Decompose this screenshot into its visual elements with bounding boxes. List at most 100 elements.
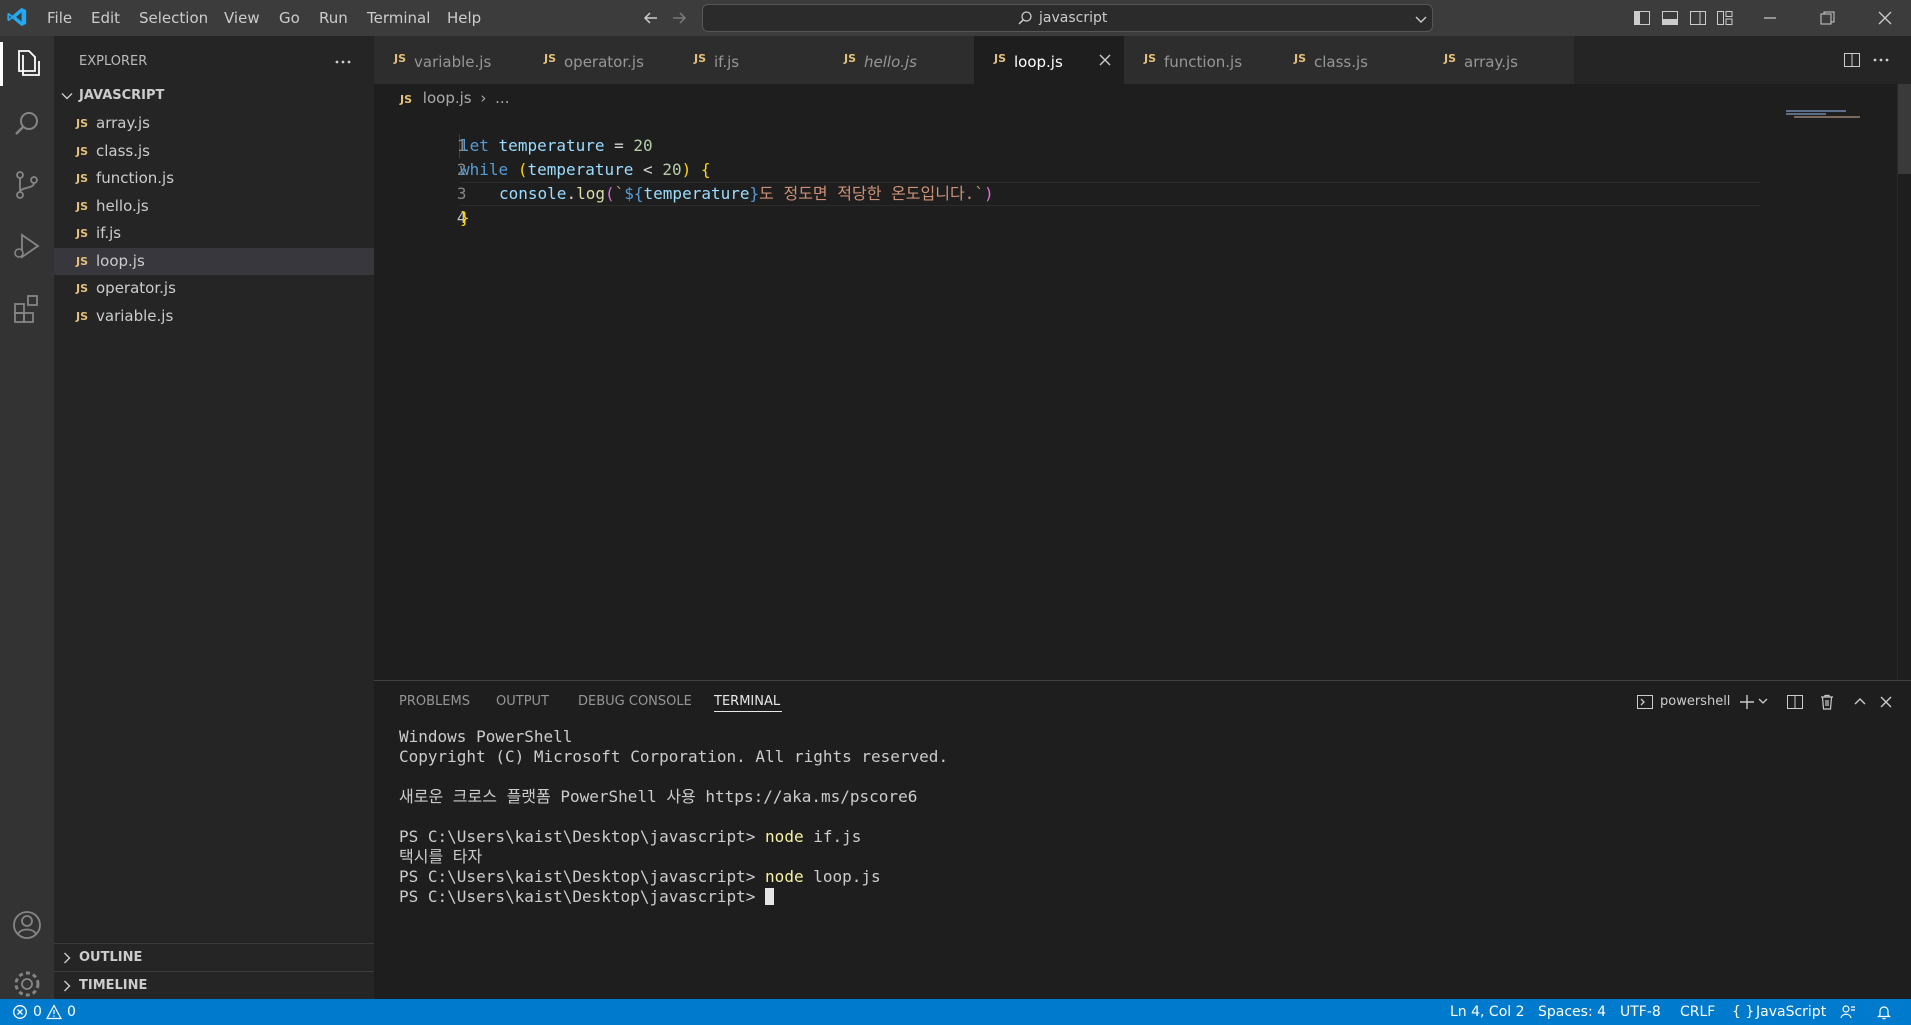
- tab-hello[interactable]: JS hello.js: [824, 36, 975, 84]
- split-terminal-icon[interactable]: [1786, 693, 1804, 711]
- js-file-icon: JS: [76, 172, 89, 185]
- folder-header[interactable]: JAVASCRIPT: [54, 84, 374, 108]
- terminal-line: 택시를 타자: [399, 847, 483, 866]
- terminal-argument: if.js: [803, 827, 862, 846]
- forward-arrow-icon[interactable]: [670, 9, 688, 27]
- split-editor-icon[interactable]: [1843, 51, 1861, 69]
- minimap-line: [1794, 116, 1860, 118]
- run-debug-icon[interactable]: [10, 229, 44, 263]
- toggle-secondary-sidebar-icon[interactable]: [1689, 9, 1707, 27]
- more-actions-icon[interactable]: [334, 53, 352, 71]
- line-number: 3: [456, 184, 467, 203]
- file-name: loop.js: [96, 252, 145, 270]
- menu-edit[interactable]: Edit: [91, 0, 120, 36]
- restore-icon[interactable]: [1818, 9, 1836, 27]
- code-line-3: 3 console.log(`${temperature}도 정도면 적당한 온도…: [374, 158, 994, 203]
- indentation[interactable]: Spaces: 4: [1538, 999, 1606, 1025]
- tab-variable[interactable]: JS variable.js: [374, 36, 525, 84]
- tab-if[interactable]: JS if.js: [674, 36, 825, 84]
- new-terminal-plus-icon[interactable]: [1738, 693, 1756, 711]
- trash-icon[interactable]: [1818, 693, 1836, 711]
- editor-tab-bar: JS variable.js JS operator.js JS if.js J…: [374, 36, 1911, 84]
- code-editor[interactable]: JS loop.js › ... 1 let temperature = 20 2…: [374, 84, 1911, 680]
- tab-operator[interactable]: JS operator.js: [524, 36, 675, 84]
- source-control-icon[interactable]: [10, 168, 44, 202]
- token: console: [499, 184, 567, 203]
- explorer-icon[interactable]: [10, 46, 44, 80]
- token: 도 정도면 적당한 온도입니다.: [759, 184, 975, 203]
- file-item-function[interactable]: JS function.js: [54, 165, 374, 192]
- breadcrumb-more[interactable]: ...: [495, 89, 509, 107]
- menu-help[interactable]: Help: [447, 0, 481, 36]
- tab-class[interactable]: JS class.js: [1274, 36, 1425, 84]
- close-tab-icon[interactable]: [1098, 53, 1112, 67]
- tab-label: hello.js: [864, 53, 917, 71]
- token: (: [517, 160, 528, 179]
- token: 20: [662, 160, 682, 179]
- terminal-output[interactable]: Windows PowerShell Copyright (C) Microso…: [374, 725, 1911, 999]
- file-item-variable[interactable]: JS variable.js: [54, 303, 374, 330]
- editor-more-actions-icon[interactable]: [1872, 51, 1890, 69]
- warning-icon[interactable]: [46, 1004, 62, 1020]
- menu-go[interactable]: Go: [279, 0, 300, 36]
- close-window-icon[interactable]: [1876, 9, 1894, 27]
- close-panel-icon[interactable]: [1877, 693, 1895, 711]
- file-item-class[interactable]: JS class.js: [54, 138, 374, 165]
- timeline-section[interactable]: TIMELINE: [54, 971, 374, 999]
- line-ending[interactable]: CRLF: [1680, 999, 1715, 1025]
- accounts-icon[interactable]: [10, 908, 44, 942]
- maximize-panel-chevron-up-icon[interactable]: [1851, 693, 1869, 711]
- tab-function[interactable]: JS function.js: [1124, 36, 1275, 84]
- toggle-panel-icon[interactable]: [1661, 9, 1679, 27]
- panel-tab-debug-console[interactable]: DEBUG CONSOLE: [578, 681, 692, 723]
- error-count[interactable]: 0: [33, 999, 42, 1025]
- feedback-icon[interactable]: [1840, 1004, 1856, 1020]
- panel-tab-output[interactable]: OUTPUT: [496, 681, 549, 723]
- token: temperature: [643, 184, 750, 203]
- outline-label: OUTLINE: [79, 950, 143, 965]
- editor-scrollbar[interactable]: [1897, 84, 1911, 680]
- panel-tab-problems[interactable]: PROBLEMS: [399, 681, 470, 723]
- manage-gear-icon[interactable]: [10, 967, 44, 1001]
- menu-view[interactable]: View: [224, 0, 260, 36]
- language-mode[interactable]: JavaScript: [1756, 999, 1826, 1025]
- chevron-down-icon[interactable]: [1757, 695, 1769, 707]
- minimize-icon[interactable]: [1761, 9, 1779, 27]
- menu-selection[interactable]: Selection: [139, 0, 208, 36]
- panel-tab-terminal[interactable]: TERMINAL: [714, 681, 780, 723]
- file-item-operator[interactable]: JS operator.js: [54, 275, 374, 302]
- customize-layout-icon[interactable]: [1716, 9, 1734, 27]
- file-item-loop[interactable]: JS loop.js: [54, 248, 374, 275]
- vscode-logo-icon[interactable]: [6, 6, 28, 28]
- menu-file[interactable]: File: [47, 0, 72, 36]
- extensions-icon[interactable]: [10, 290, 44, 324]
- search-view-icon[interactable]: [10, 107, 44, 141]
- terminal-line: PS C:\Users\kaist\Desktop\javascript> no…: [399, 827, 861, 847]
- tab-array[interactable]: JS array.js: [1424, 36, 1575, 84]
- title-bar: File Edit Selection View Go Run Terminal…: [0, 0, 1911, 36]
- outline-section[interactable]: OUTLINE: [54, 943, 374, 971]
- command-center-search[interactable]: javascript: [702, 4, 1433, 32]
- menu-run[interactable]: Run: [319, 0, 348, 36]
- tab-loop[interactable]: JS loop.js: [974, 36, 1125, 84]
- error-icon[interactable]: [12, 1004, 28, 1020]
- file-name: variable.js: [96, 307, 174, 325]
- toggle-primary-sidebar-icon[interactable]: [1633, 9, 1651, 27]
- warning-count[interactable]: 0: [67, 999, 76, 1025]
- line-number: 1: [456, 136, 467, 155]
- scrollbar-thumb[interactable]: [1898, 84, 1911, 174]
- file-item-hello[interactable]: JS hello.js: [54, 193, 374, 220]
- cursor-position[interactable]: Ln 4, Col 2: [1450, 999, 1525, 1025]
- menu-terminal[interactable]: Terminal: [367, 0, 430, 36]
- encoding[interactable]: UTF-8: [1620, 999, 1661, 1025]
- bottom-panel: PROBLEMS OUTPUT DEBUG CONSOLE TERMINAL p…: [374, 680, 1911, 999]
- tab-label: class.js: [1314, 53, 1368, 71]
- breadcrumb-file[interactable]: loop.js: [423, 89, 472, 107]
- back-arrow-icon[interactable]: [642, 9, 660, 27]
- tab-label: variable.js: [414, 53, 492, 71]
- notifications-bell-icon[interactable]: [1876, 1004, 1892, 1020]
- file-item-if[interactable]: JS if.js: [54, 220, 374, 247]
- chevron-down-icon[interactable]: [1414, 12, 1428, 26]
- language-braces-icon[interactable]: { }: [1732, 999, 1754, 1025]
- file-item-array[interactable]: JS array.js: [54, 110, 374, 137]
